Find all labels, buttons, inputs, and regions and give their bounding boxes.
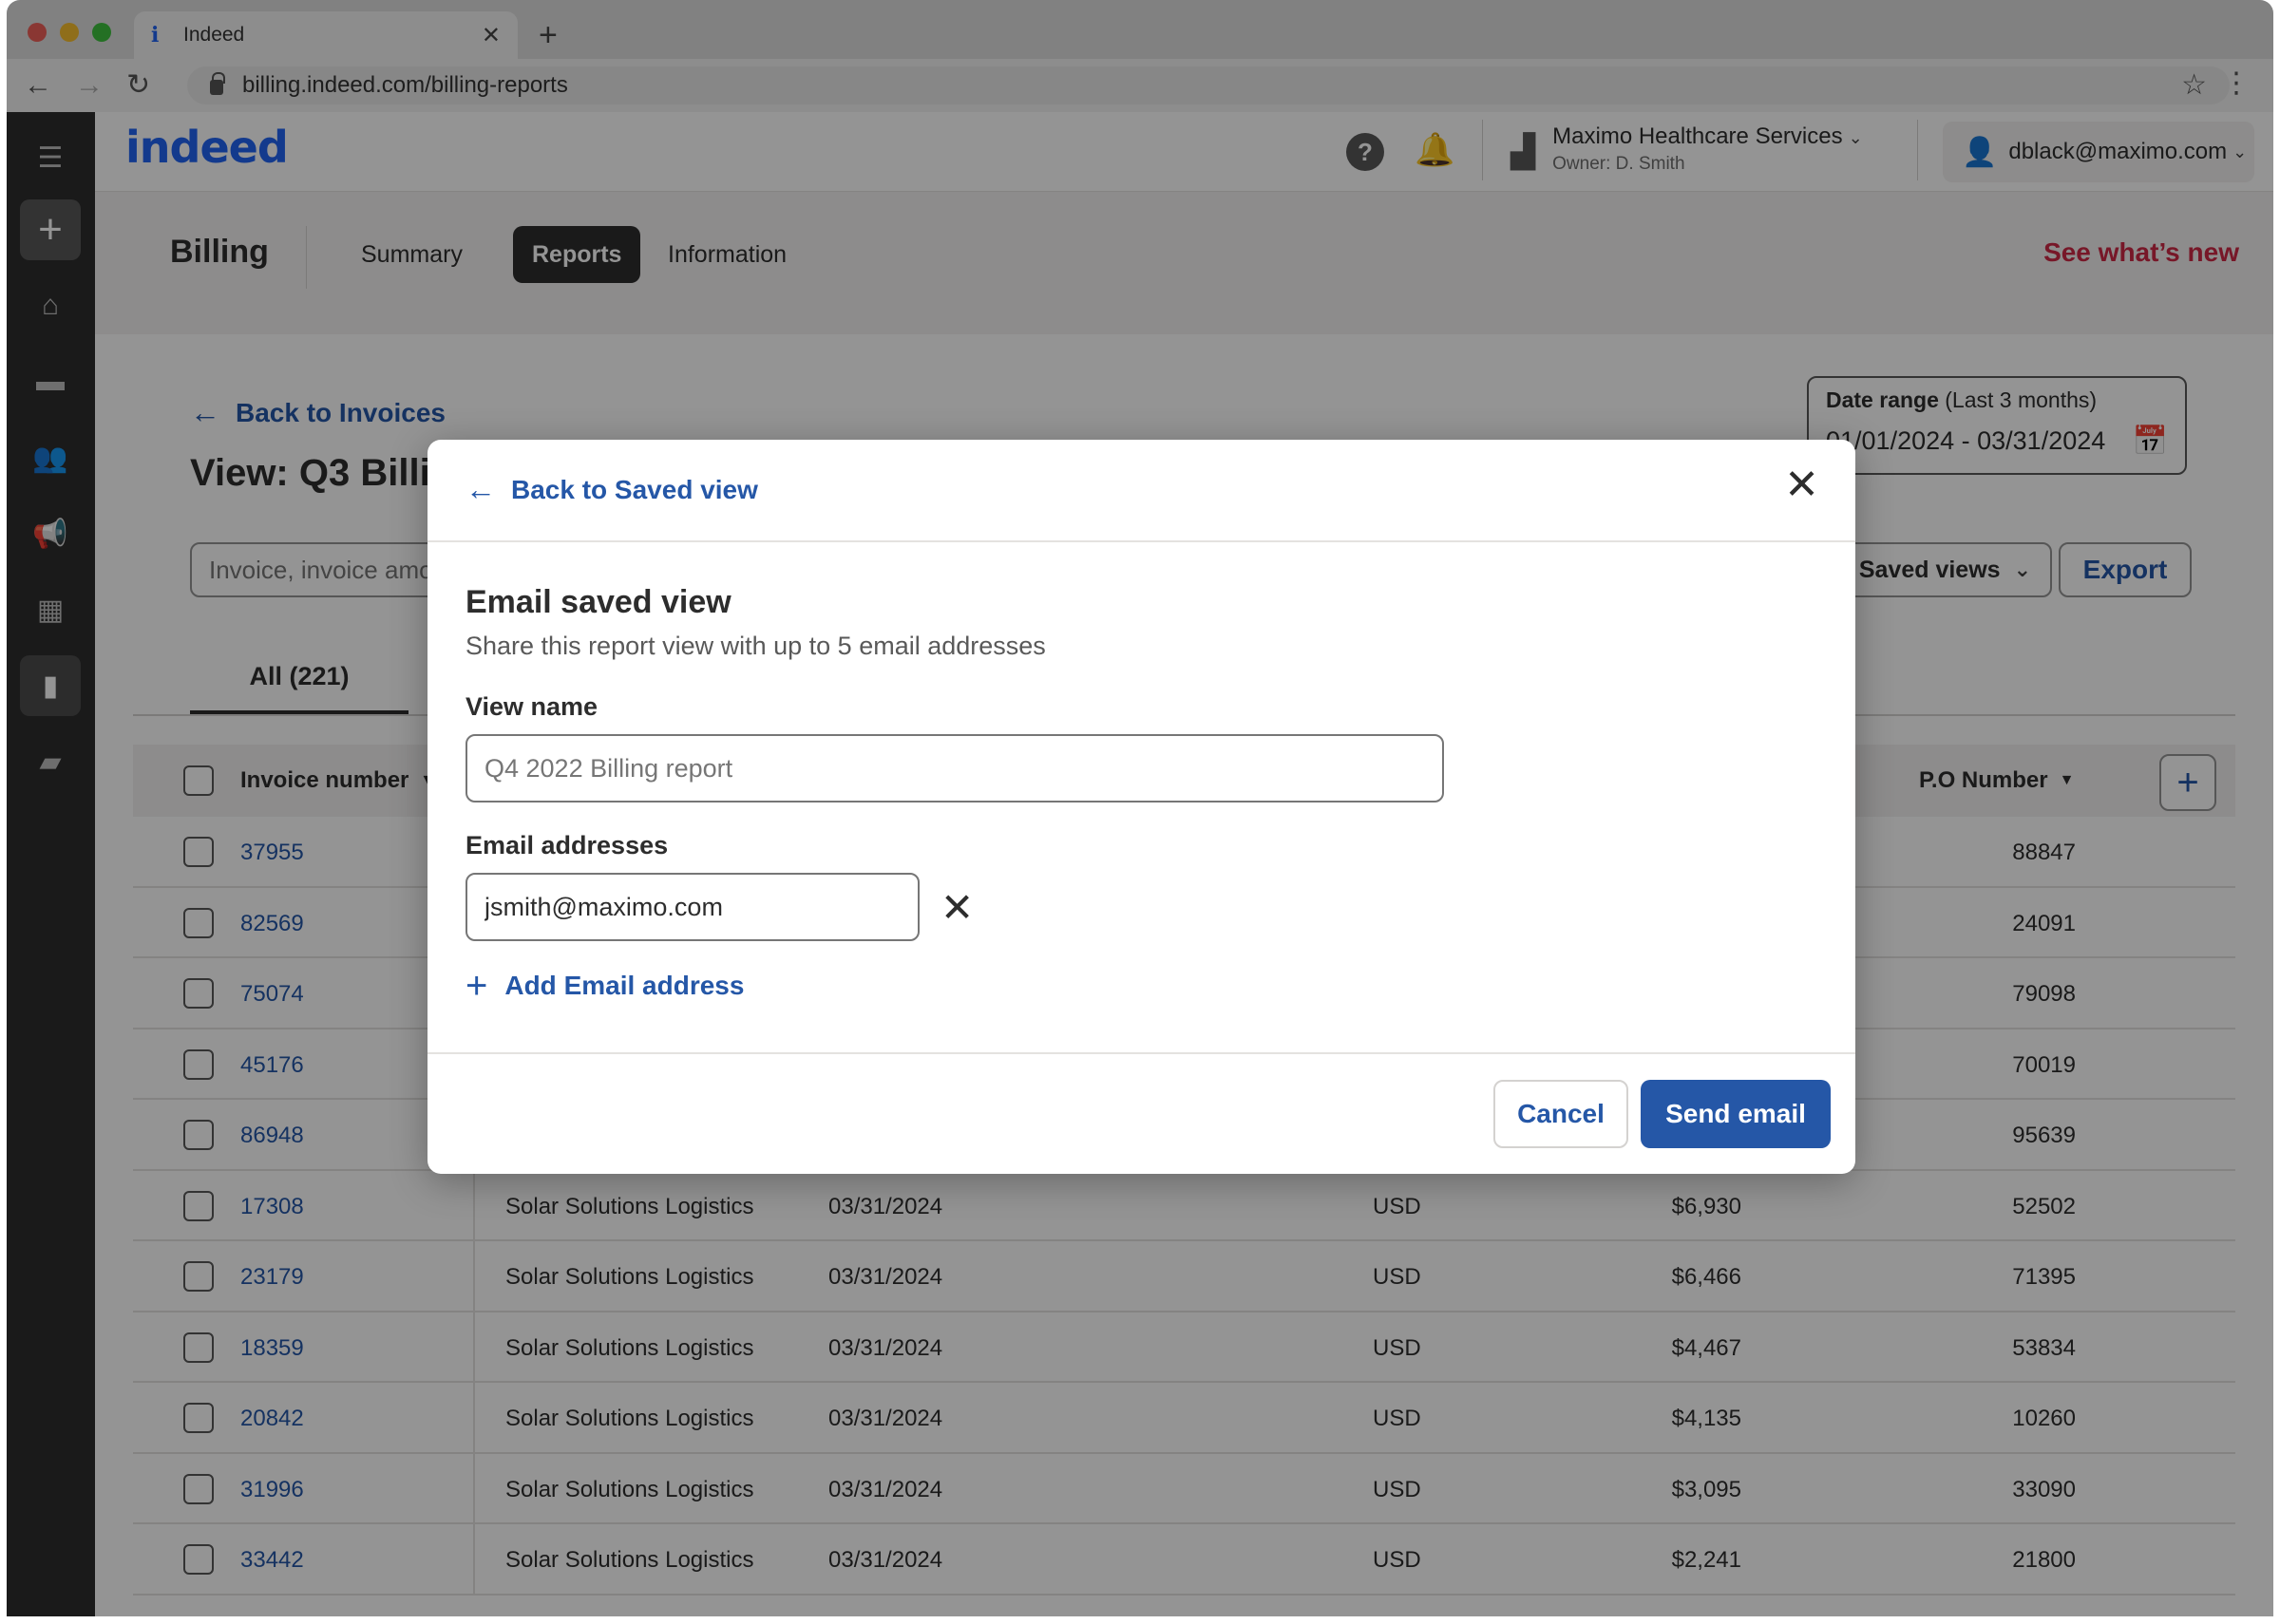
plus-icon: +: [466, 965, 488, 1007]
cancel-button[interactable]: Cancel: [1493, 1080, 1628, 1148]
close-icon[interactable]: ✕: [1784, 464, 1819, 506]
modal-header: ← Back to Saved view ✕: [428, 440, 1855, 542]
modal-subtitle: Share this report view with up to 5 emai…: [466, 632, 1046, 660]
view-name-input[interactable]: [466, 734, 1444, 803]
email-address-input[interactable]: [466, 873, 920, 941]
add-email-address-button[interactable]: + Add Email address: [466, 967, 744, 1005]
remove-email-close-icon[interactable]: ✕: [940, 888, 974, 928]
email-addresses-label: Email addresses: [466, 831, 669, 859]
add-email-address-label: Add Email address: [504, 971, 745, 1000]
send-email-button[interactable]: Send email: [1641, 1080, 1831, 1148]
arrow-left-icon: ←: [466, 472, 496, 506]
back-to-saved-view-label: Back to Saved view: [511, 474, 758, 504]
email-saved-view-modal: ← Back to Saved view ✕ Email saved view …: [428, 440, 1855, 1174]
view-name-label: View name: [466, 692, 598, 721]
modal-footer-divider: [428, 1052, 1855, 1054]
back-to-saved-view-link[interactable]: ← Back to Saved view: [466, 472, 758, 507]
modal-title: Email saved view: [466, 584, 732, 620]
